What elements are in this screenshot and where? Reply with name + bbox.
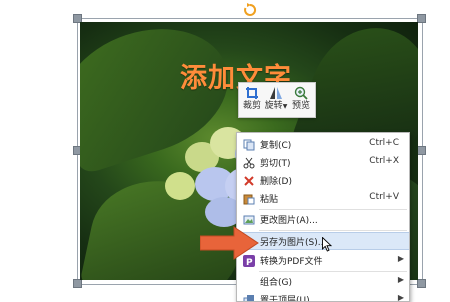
picture-mini-toolbar: 裁剪 旋转▼ 预览 [238,82,316,118]
context-menu: 复制(C) Ctrl+C 剪切(T) Ctrl+X 删除(D) 粘贴 Ctrl+… [236,132,410,302]
copy-icon [243,139,255,151]
menu-item-cut[interactable]: 剪切(T) Ctrl+X [237,154,409,172]
delete-x-icon [244,176,254,186]
menu-item-label: 转换为PDF文件 [260,257,323,267]
bring-to-front-icon [243,295,254,301]
menu-item-convert-to-pdf[interactable]: P 转换为PDF文件 ▶ [237,252,409,270]
menu-separator [259,209,407,210]
preview-label: 预览 [291,101,310,111]
submenu-arrow-icon: ▶ [397,254,404,263]
crop-label: 裁剪 [242,101,261,111]
menu-item-group[interactable]: 组合(G) ▶ [237,273,409,291]
resize-handle-bottom-right[interactable] [417,279,426,288]
menu-item-label: 复制(C) [260,141,292,151]
paste-icon [243,194,255,205]
menu-item-shortcut: Ctrl+V [369,192,399,202]
preview-button[interactable]: 预览 [289,85,313,115]
rotate-icon [270,87,282,99]
crop-button[interactable]: 裁剪 [240,85,264,115]
menu-item-shortcut: Ctrl+C [369,138,399,148]
scissors-icon [243,157,255,169]
crop-icon [246,87,258,99]
menu-item-shortcut: Ctrl+X [369,156,399,166]
menu-item-change-picture[interactable]: 更改图片(A)... [237,211,409,229]
menu-item-label: 剪切(T) [260,159,291,169]
dropdown-caret-icon[interactable]: ▼ [283,103,288,110]
menu-item-label: 组合(G) [260,278,292,288]
menu-item-bring-to-front[interactable]: 置于顶层(U) ▶ [237,291,409,302]
submenu-arrow-icon: ▶ [397,275,404,284]
menu-item-label: 更改图片(A)... [260,216,318,226]
menu-item-label: 删除(D) [260,177,292,187]
submenu-arrow-icon: ▶ [397,293,404,302]
zoom-icon [294,86,308,100]
resize-handle-right[interactable] [417,146,426,155]
menu-item-label: 粘贴 [260,195,279,205]
menu-item-label: 另存为图片(S)... [260,238,327,248]
pointing-arrow-icon [200,226,259,260]
menu-item-copy[interactable]: 复制(C) Ctrl+C [237,136,409,154]
menu-item-delete[interactable]: 删除(D) [237,172,409,190]
rotate-handle-icon[interactable] [243,2,257,18]
rotate-label: 旋转 [264,101,283,111]
mouse-cursor-icon [322,237,332,252]
resize-handle-bottom-left[interactable] [73,279,82,288]
menu-item-paste[interactable]: 粘贴 Ctrl+V [237,190,409,208]
menu-item-label: 置于顶层(U) [260,296,310,302]
resize-handle-top-right[interactable] [417,14,426,23]
menu-separator [259,230,407,231]
menu-separator [259,271,407,272]
rotate-button[interactable]: 旋转▼ [264,85,288,115]
